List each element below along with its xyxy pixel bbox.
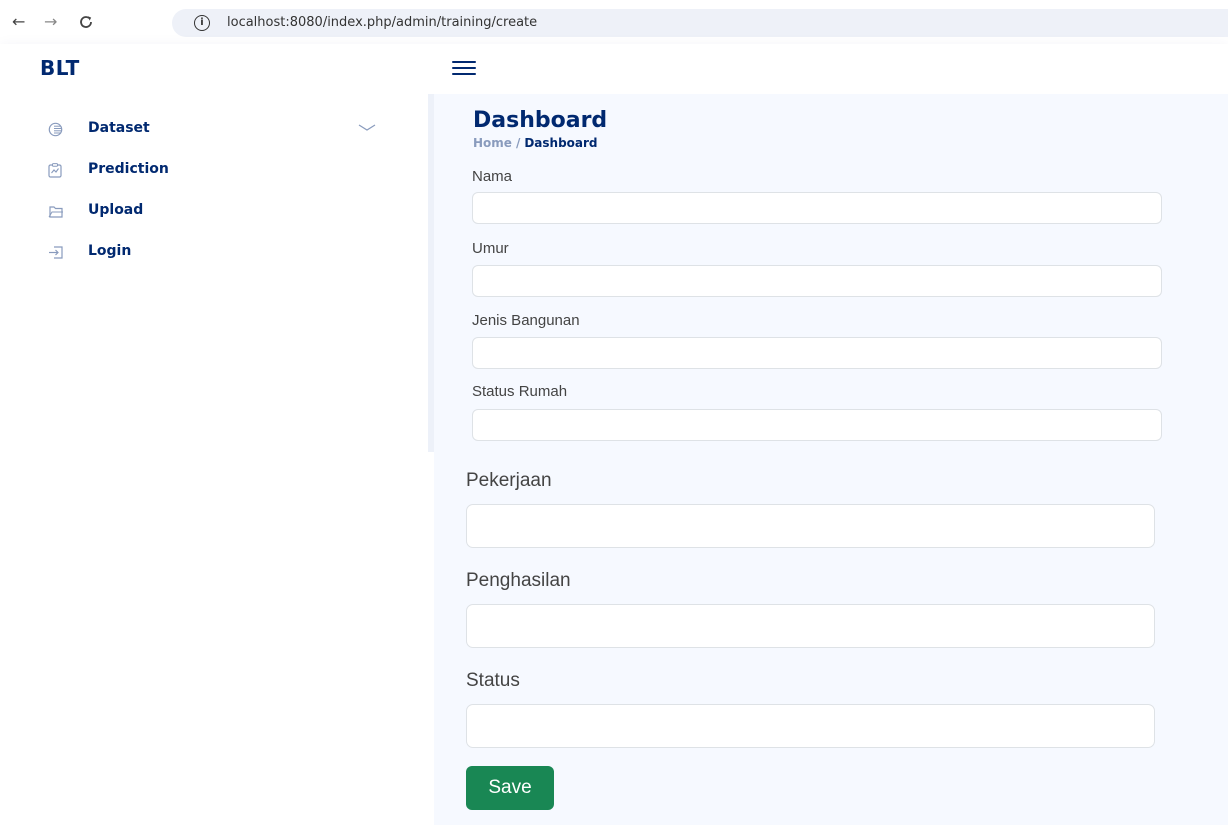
sidebar: Dataset Prediction Upload Login	[0, 94, 428, 825]
sidebar-item-label: Prediction	[88, 161, 169, 177]
breadcrumb-current: Dashboard	[524, 136, 598, 150]
browser-toolbar: ← → i localhost:8080/index.php/admin/tra…	[0, 0, 1228, 44]
site-info-icon[interactable]: i	[194, 15, 210, 31]
status-rumah-label: Status Rumah	[472, 383, 568, 400]
page-title: Dashboard	[473, 108, 608, 133]
sidebar-item-prediction[interactable]: Prediction	[48, 159, 388, 183]
sidebar-item-login[interactable]: Login	[48, 241, 388, 265]
pekerjaan-label: Pekerjaan	[466, 470, 552, 491]
sidebar-item-label: Login	[88, 243, 132, 259]
status-rumah-input[interactable]	[472, 409, 1162, 441]
sidebar-item-label: Dataset	[88, 120, 150, 136]
status-label: Status	[466, 670, 520, 691]
chevron-down-icon[interactable]	[358, 120, 376, 138]
sidebar-item-dataset[interactable]: Dataset	[48, 118, 388, 142]
login-icon	[48, 245, 63, 259]
jenis-bangunan-label: Jenis Bangunan	[472, 312, 580, 329]
back-arrow-icon[interactable]: ←	[12, 12, 25, 32]
pekerjaan-input[interactable]	[466, 504, 1155, 548]
hamburger-menu-icon[interactable]	[452, 60, 476, 76]
sidebar-item-label: Upload	[88, 202, 144, 218]
penghasilan-input[interactable]	[466, 604, 1155, 648]
nama-label: Nama	[472, 168, 513, 185]
penghasilan-label: Penghasilan	[466, 570, 571, 591]
status-input[interactable]	[466, 704, 1155, 748]
chart-icon	[48, 163, 62, 178]
reload-icon[interactable]	[78, 12, 94, 35]
nama-input[interactable]	[472, 192, 1162, 224]
breadcrumb: Home / Dashboard	[473, 136, 598, 150]
forward-arrow-icon[interactable]: →	[44, 12, 57, 32]
logo[interactable]: BLT	[40, 56, 80, 80]
umur-label: Umur	[472, 240, 509, 257]
umur-input[interactable]	[472, 265, 1162, 297]
app-header: BLT	[0, 44, 1228, 94]
save-button[interactable]: Save	[466, 766, 554, 810]
breadcrumb-home[interactable]: Home	[473, 136, 512, 150]
main-divider-lower	[428, 452, 434, 825]
main-content: Dashboard Home / Dashboard Nama Umur Jenis…	[428, 94, 1228, 825]
sidebar-item-upload[interactable]: Upload	[48, 200, 388, 224]
database-icon	[48, 122, 63, 137]
url-text[interactable]: localhost:8080/index.php/admin/training/…	[227, 15, 537, 30]
address-bar[interactable]: i localhost:8080/index.php/admin/trainin…	[172, 9, 1228, 37]
breadcrumb-separator: /	[515, 136, 521, 150]
jenis-bangunan-input[interactable]	[472, 337, 1162, 369]
main-divider	[428, 94, 434, 452]
upload-icon	[48, 204, 63, 218]
